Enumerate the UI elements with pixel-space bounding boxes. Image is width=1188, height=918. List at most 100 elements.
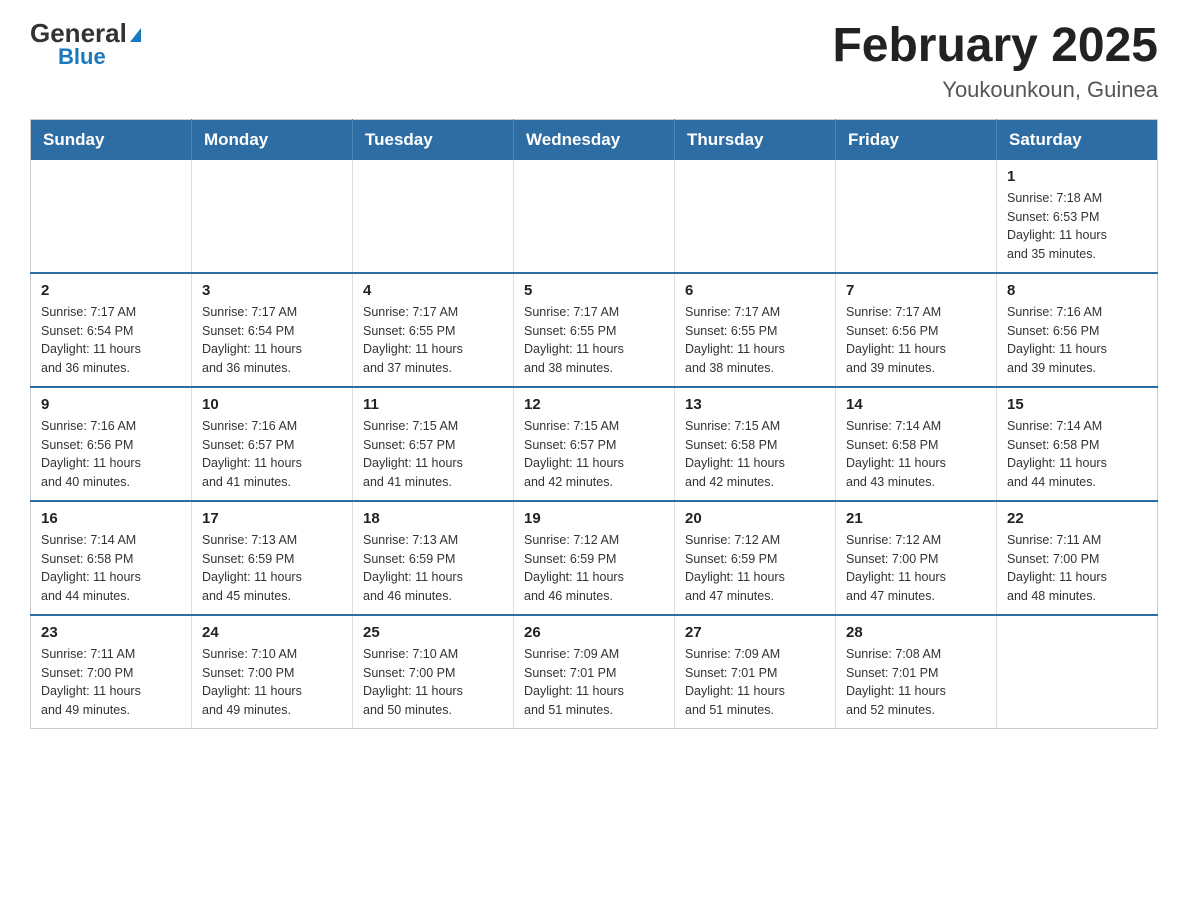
day-number: 22 (1007, 510, 1147, 527)
day-number: 10 (202, 396, 342, 413)
calendar-week-row: 1 Sunrise: 7:18 AMSunset: 6:53 PMDaylight… (31, 160, 1158, 273)
day-number: 4 (363, 282, 503, 299)
day-number: 6 (685, 282, 825, 299)
day-number: 11 (363, 396, 503, 413)
day-info: Sunrise: 7:10 AMSunset: 7:00 PMDaylight:… (202, 645, 342, 720)
day-number: 26 (524, 624, 664, 641)
calendar-cell: 18Sunrise: 7:13 AMSunset: 6:59 PMDayligh… (353, 501, 514, 615)
day-info: Sunrise: 7:14 AMSunset: 6:58 PMDaylight:… (1007, 417, 1147, 492)
day-number: 24 (202, 624, 342, 641)
day-number: 18 (363, 510, 503, 527)
calendar-cell: 3 Sunrise: 7:17 AMSunset: 6:54 PMDaylight… (192, 273, 353, 387)
calendar-cell (997, 615, 1158, 729)
calendar-cell (353, 160, 514, 273)
calendar-cell: 26Sunrise: 7:09 AMSunset: 7:01 PMDayligh… (514, 615, 675, 729)
days-of-week-row: SundayMondayTuesdayWednesdayThursdayFrid… (31, 119, 1158, 160)
calendar-week-row: 9 Sunrise: 7:16 AMSunset: 6:56 PMDaylight… (31, 387, 1158, 501)
calendar-week-row: 23Sunrise: 7:11 AMSunset: 7:00 PMDayligh… (31, 615, 1158, 729)
logo-general-text: General (30, 20, 127, 46)
day-of-week-header: Friday (836, 119, 997, 160)
calendar-cell: 28 Sunrise: 7:08 AMSunset: 7:01 PMDayligh… (836, 615, 997, 729)
calendar-cell: 15 Sunrise: 7:14 AMSunset: 6:58 PMDayligh… (997, 387, 1158, 501)
day-info: Sunrise: 7:17 AMSunset: 6:54 PMDaylight:… (202, 303, 342, 378)
calendar-cell: 7 Sunrise: 7:17 AMSunset: 6:56 PMDaylight… (836, 273, 997, 387)
day-info: Sunrise: 7:17 AMSunset: 6:56 PMDaylight:… (846, 303, 986, 378)
page-subtitle: Youkounkoun, Guinea (832, 77, 1158, 103)
calendar-cell: 12 Sunrise: 7:15 AMSunset: 6:57 PMDayligh… (514, 387, 675, 501)
day-info: Sunrise: 7:09 AMSunset: 7:01 PMDaylight:… (685, 645, 825, 720)
day-of-week-header: Monday (192, 119, 353, 160)
logo: General Blue (30, 20, 141, 68)
day-number: 28 (846, 624, 986, 641)
day-info: Sunrise: 7:12 AMSunset: 6:59 PMDaylight:… (685, 531, 825, 606)
calendar-table: SundayMondayTuesdayWednesdayThursdayFrid… (30, 119, 1158, 729)
calendar-cell: 9 Sunrise: 7:16 AMSunset: 6:56 PMDaylight… (31, 387, 192, 501)
day-number: 13 (685, 396, 825, 413)
calendar-cell: 11 Sunrise: 7:15 AMSunset: 6:57 PMDayligh… (353, 387, 514, 501)
day-info: Sunrise: 7:18 AMSunset: 6:53 PMDaylight:… (1007, 189, 1147, 264)
calendar-cell: 8Sunrise: 7:16 AMSunset: 6:56 PMDaylight… (997, 273, 1158, 387)
day-info: Sunrise: 7:08 AMSunset: 7:01 PMDaylight:… (846, 645, 986, 720)
day-number: 15 (1007, 396, 1147, 413)
calendar-cell: 16 Sunrise: 7:14 AMSunset: 6:58 PMDayligh… (31, 501, 192, 615)
calendar-cell: 13 Sunrise: 7:15 AMSunset: 6:58 PMDayligh… (675, 387, 836, 501)
day-number: 12 (524, 396, 664, 413)
calendar-cell (675, 160, 836, 273)
day-number: 9 (41, 396, 181, 413)
day-info: Sunrise: 7:16 AMSunset: 6:56 PMDaylight:… (1007, 303, 1147, 378)
calendar-cell: 1 Sunrise: 7:18 AMSunset: 6:53 PMDaylight… (997, 160, 1158, 273)
day-number: 2 (41, 282, 181, 299)
calendar-cell: 22 Sunrise: 7:11 AMSunset: 7:00 PMDayligh… (997, 501, 1158, 615)
day-number: 20 (685, 510, 825, 527)
day-info: Sunrise: 7:14 AMSunset: 6:58 PMDaylight:… (846, 417, 986, 492)
day-info: Sunrise: 7:17 AMSunset: 6:55 PMDaylight:… (363, 303, 503, 378)
calendar-cell: 21 Sunrise: 7:12 AMSunset: 7:00 PMDayligh… (836, 501, 997, 615)
calendar-cell: 20 Sunrise: 7:12 AMSunset: 6:59 PMDayligh… (675, 501, 836, 615)
title-block: February 2025 Youkounkoun, Guinea (832, 20, 1158, 103)
day-info: Sunrise: 7:17 AMSunset: 6:55 PMDaylight:… (685, 303, 825, 378)
calendar-week-row: 2 Sunrise: 7:17 AMSunset: 6:54 PMDaylight… (31, 273, 1158, 387)
day-of-week-header: Wednesday (514, 119, 675, 160)
day-info: Sunrise: 7:16 AMSunset: 6:56 PMDaylight:… (41, 417, 181, 492)
day-info: Sunrise: 7:17 AMSunset: 6:55 PMDaylight:… (524, 303, 664, 378)
day-info: Sunrise: 7:11 AMSunset: 7:00 PMDaylight:… (41, 645, 181, 720)
day-info: Sunrise: 7:13 AMSunset: 6:59 PMDaylight:… (202, 531, 342, 606)
day-info: Sunrise: 7:11 AMSunset: 7:00 PMDaylight:… (1007, 531, 1147, 606)
day-info: Sunrise: 7:12 AMSunset: 6:59 PMDaylight:… (524, 531, 664, 606)
day-number: 5 (524, 282, 664, 299)
day-number: 7 (846, 282, 986, 299)
day-info: Sunrise: 7:17 AMSunset: 6:54 PMDaylight:… (41, 303, 181, 378)
day-number: 3 (202, 282, 342, 299)
day-number: 1 (1007, 168, 1147, 185)
day-info: Sunrise: 7:14 AMSunset: 6:58 PMDaylight:… (41, 531, 181, 606)
logo-blue-text: Blue (58, 46, 106, 68)
calendar-cell: 24 Sunrise: 7:10 AMSunset: 7:00 PMDayligh… (192, 615, 353, 729)
day-number: 14 (846, 396, 986, 413)
day-number: 19 (524, 510, 664, 527)
calendar-week-row: 16 Sunrise: 7:14 AMSunset: 6:58 PMDayligh… (31, 501, 1158, 615)
calendar-header: SundayMondayTuesdayWednesdayThursdayFrid… (31, 119, 1158, 160)
logo-triangle-icon (130, 28, 141, 42)
calendar-cell: 27Sunrise: 7:09 AMSunset: 7:01 PMDayligh… (675, 615, 836, 729)
day-of-week-header: Thursday (675, 119, 836, 160)
day-info: Sunrise: 7:12 AMSunset: 7:00 PMDaylight:… (846, 531, 986, 606)
day-info: Sunrise: 7:15 AMSunset: 6:57 PMDaylight:… (363, 417, 503, 492)
calendar-cell: 19 Sunrise: 7:12 AMSunset: 6:59 PMDayligh… (514, 501, 675, 615)
calendar-cell: 5 Sunrise: 7:17 AMSunset: 6:55 PMDaylight… (514, 273, 675, 387)
day-info: Sunrise: 7:15 AMSunset: 6:58 PMDaylight:… (685, 417, 825, 492)
day-info: Sunrise: 7:10 AMSunset: 7:00 PMDaylight:… (363, 645, 503, 720)
calendar-cell (31, 160, 192, 273)
day-of-week-header: Saturday (997, 119, 1158, 160)
day-number: 16 (41, 510, 181, 527)
day-info: Sunrise: 7:16 AMSunset: 6:57 PMDaylight:… (202, 417, 342, 492)
calendar-cell: 25 Sunrise: 7:10 AMSunset: 7:00 PMDayligh… (353, 615, 514, 729)
calendar-cell: 4 Sunrise: 7:17 AMSunset: 6:55 PMDaylight… (353, 273, 514, 387)
day-info: Sunrise: 7:15 AMSunset: 6:57 PMDaylight:… (524, 417, 664, 492)
calendar-cell (514, 160, 675, 273)
calendar-cell (836, 160, 997, 273)
day-number: 25 (363, 624, 503, 641)
page-header: General Blue February 2025 Youkounkoun, … (30, 20, 1158, 103)
calendar-cell: 2 Sunrise: 7:17 AMSunset: 6:54 PMDaylight… (31, 273, 192, 387)
day-number: 21 (846, 510, 986, 527)
calendar-body: 1 Sunrise: 7:18 AMSunset: 6:53 PMDaylight… (31, 160, 1158, 729)
